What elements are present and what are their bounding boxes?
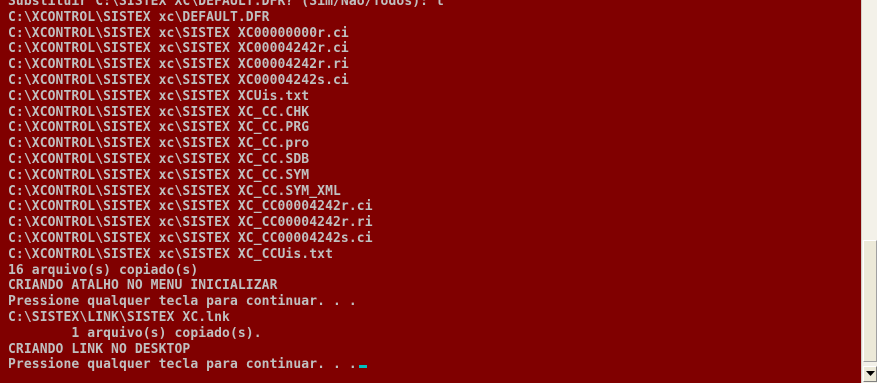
console-line: C:\XCONTROL\SISTEX xc\DEFAULT.DFR [8, 9, 270, 25]
console-line: C:\XCONTROL\SISTEX xc\SISTEX XC_CC.pro [8, 136, 310, 152]
console-line: C:\XCONTROL\SISTEX xc\SISTEX XC00004242r… [8, 41, 349, 57]
console-line: C:\XCONTROL\SISTEX xc\SISTEX XC_CC.CHK [8, 104, 310, 120]
console-line: C:\XCONTROL\SISTEX xc\SISTEX XC_CC000042… [8, 199, 373, 215]
console-line: C:\XCONTROL\SISTEX xc\SISTEX XCUis.txt [8, 88, 310, 104]
console-line: C:\XCONTROL\SISTEX xc\SISTEX XC_CCUis.tx… [8, 246, 333, 262]
console-line: C:\XCONTROL\SISTEX xc\SISTEX XC_CC.SDB [8, 151, 310, 167]
console-line: C:\SISTEX\LINK\SISTEX XC.lnk [8, 309, 230, 325]
console-line: 16 arquivo(s) copiado(s) [8, 262, 199, 278]
console-line: 1 arquivo(s) copiado(s). [8, 325, 262, 341]
console-line: Pressione qualquer tecla para continuar.… [8, 294, 357, 310]
console-line: C:\XCONTROL\SISTEX xc\SISTEX XC_CC000042… [8, 215, 373, 231]
console-line: Substituir C:\SISTEX XC\DEFAULT.DFR? (Si… [8, 0, 444, 9]
console-line: C:\XCONTROL\SISTEX xc\SISTEX XC_CC.SYM_X… [8, 183, 341, 199]
console-output[interactable]: Substituir C:\SISTEX XC\DEFAULT.DFR? (Si… [0, 0, 861, 383]
vertical-scrollbar[interactable] [861, 0, 877, 383]
console-line: CRIANDO ATALHO NO MENU INICIALIZAR [8, 278, 278, 294]
console-lines: Substituir C:\SISTEX XC\DEFAULT.DFR? (Si… [8, 0, 444, 373]
scroll-thumb[interactable] [863, 240, 877, 362]
console-line: C:\XCONTROL\SISTEX xc\SISTEX XC00000000r… [8, 25, 349, 41]
console-line: C:\XCONTROL\SISTEX xc\SISTEX XC00004242s… [8, 72, 349, 88]
chevron-down-icon [866, 371, 875, 376]
console-prompt-text: Pressione qualquer tecla para continuar.… [8, 357, 357, 373]
console-line: CRIANDO LINK NO DESKTOP [8, 341, 191, 357]
text-cursor [358, 365, 367, 369]
console-line: C:\XCONTROL\SISTEX xc\SISTEX XC_CC.SYM [8, 167, 310, 183]
console-line: C:\XCONTROL\SISTEX xc\SISTEX XC_CC.PRG [8, 120, 310, 136]
console-line: C:\XCONTROL\SISTEX xc\SISTEX XC00004242r… [8, 57, 349, 73]
console-line: C:\XCONTROL\SISTEX xc\SISTEX XC_CC000042… [8, 230, 373, 246]
console-last-line: Pressione qualquer tecla para continuar.… [8, 357, 444, 373]
scroll-down-button[interactable] [863, 366, 877, 382]
